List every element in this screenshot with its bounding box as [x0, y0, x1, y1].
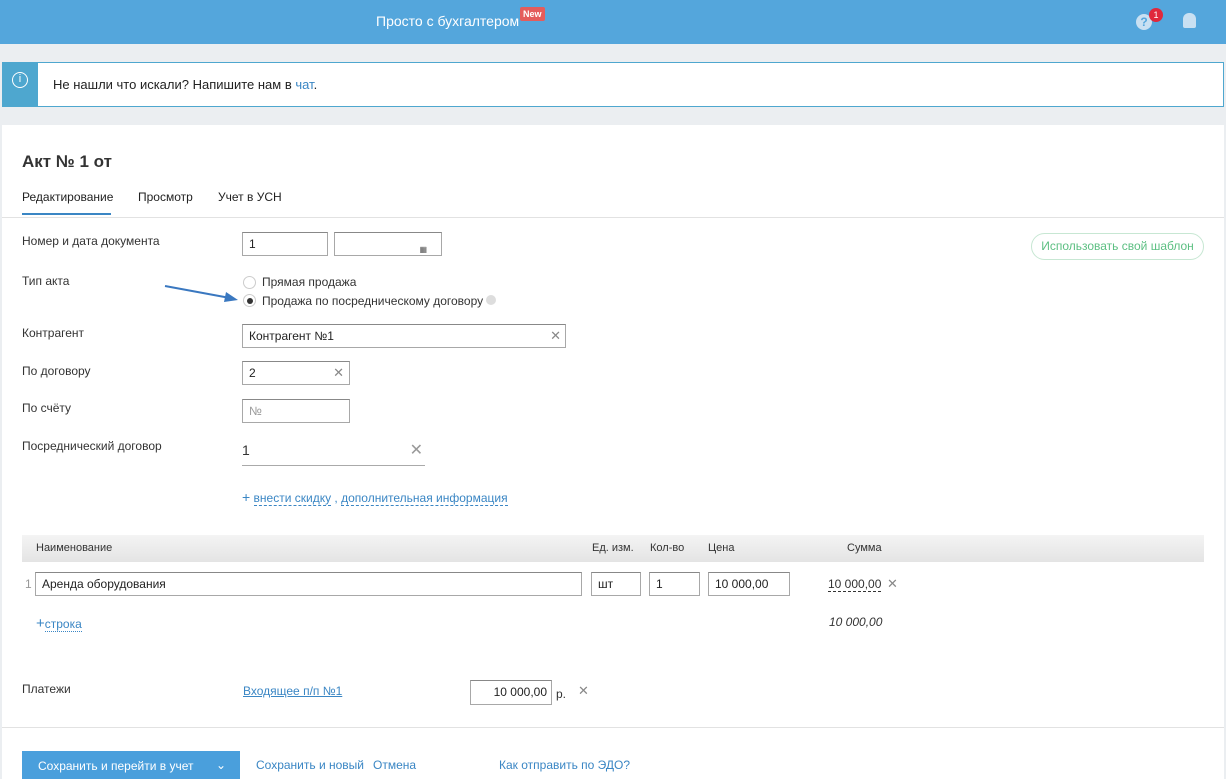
agency-contract-value: 1: [242, 442, 250, 458]
delete-row-icon[interactable]: ✕: [887, 576, 898, 592]
page-title: Акт № 1 от: [22, 152, 112, 171]
clear-icon[interactable]: ✕: [410, 440, 423, 460]
payments-label: Платежи: [22, 682, 71, 696]
brand-link[interactable]: Просто с бухгалтером: [376, 13, 519, 29]
bell-icon[interactable]: [1183, 13, 1196, 28]
tab-view[interactable]: Просмотр: [138, 190, 193, 204]
tab-edit[interactable]: Редактирование: [22, 190, 113, 204]
number-input[interactable]: 1: [242, 232, 328, 256]
divider: [2, 727, 1224, 728]
col-sum: Сумма: [847, 542, 882, 554]
tab-usn[interactable]: Учет в УСН: [218, 190, 282, 204]
divider: [2, 217, 1224, 218]
radio-direct-sale[interactable]: [243, 276, 256, 289]
add-row[interactable]: +строка: [36, 615, 82, 632]
act-type-label: Тип акта: [22, 274, 70, 288]
clear-icon[interactable]: ✕: [333, 362, 344, 384]
add-row-link[interactable]: строка: [44, 617, 82, 632]
info-icon: i: [2, 62, 38, 107]
items-table-header: Наименование Ед. изм. Кол-во Цена Сумма: [22, 535, 1204, 562]
info-tail: .: [313, 77, 318, 92]
top-bar: [0, 0, 1226, 44]
help-count-badge: 1: [1149, 8, 1163, 22]
date-input[interactable]: ▦: [334, 232, 442, 256]
radio-agency-sale-label[interactable]: Продажа по посредническому договору: [262, 294, 483, 308]
counterparty-input[interactable]: Контрагент №1 ✕: [242, 324, 566, 348]
plus-icon: +: [36, 615, 45, 632]
info-text: Не нашли что искали? Напишите нам в чат.: [53, 77, 317, 92]
active-tab-indicator: [22, 213, 111, 215]
remove-payment-icon[interactable]: ✕: [578, 683, 589, 699]
cancel-link[interactable]: Отмена: [373, 758, 416, 772]
item-unit-input[interactable]: шт: [591, 572, 641, 596]
item-qty-input[interactable]: 1: [649, 572, 700, 596]
info-message: Не нашли что искали? Напишите нам в: [53, 77, 296, 92]
payment-amount-input[interactable]: 10 000,00: [470, 680, 552, 705]
separator: ,: [331, 491, 342, 505]
additional-info-link[interactable]: дополнительная информация: [341, 491, 508, 506]
counterparty-label: Контрагент: [22, 326, 85, 340]
counterparty-value: Контрагент №1: [249, 329, 334, 343]
arrow-annotation-icon: [164, 285, 238, 302]
plus-icon: +: [242, 489, 251, 505]
radio-direct-sale-label[interactable]: Прямая продажа: [262, 275, 356, 289]
save-and-new-link[interactable]: Сохранить и новый: [256, 758, 364, 772]
col-name: Наименование: [36, 542, 113, 554]
use-template-button[interactable]: Использовать свой шаблон: [1031, 233, 1204, 260]
save-button-label: Сохранить и перейти в учет: [38, 759, 194, 773]
contract-input[interactable]: 2 ✕: [242, 361, 350, 385]
col-unit: Ед. изм.: [592, 542, 634, 554]
edo-help-link[interactable]: Как отправить по ЭДО?: [499, 758, 630, 772]
item-sum[interactable]: 10 000,00: [828, 577, 882, 592]
info-hint-icon[interactable]: [486, 295, 496, 305]
discount-link[interactable]: внести скидку: [253, 491, 332, 506]
number-date-label: Номер и дата документа: [22, 234, 160, 248]
invoice-input[interactable]: №: [242, 399, 350, 423]
contract-value: 2: [249, 366, 256, 380]
chat-link[interactable]: чат: [295, 77, 313, 92]
col-price: Цена: [708, 542, 735, 554]
row-number: 1: [25, 577, 32, 591]
col-qty: Кол-во: [650, 542, 685, 554]
new-badge: New: [520, 7, 545, 21]
chevron-down-icon[interactable]: ⌄: [216, 758, 226, 772]
agency-contract-label: Посреднический договор: [22, 439, 162, 453]
currency-label: р.: [556, 687, 567, 701]
document-card: [2, 125, 1224, 779]
clear-icon[interactable]: ✕: [550, 325, 561, 347]
table-total: 10 000,00: [829, 615, 883, 629]
invoice-label: По счёту: [22, 401, 72, 415]
save-and-go-button[interactable]: Сохранить и перейти в учет ⌄: [22, 751, 240, 779]
contract-label: По договору: [22, 364, 91, 378]
agency-contract-input[interactable]: 1 ✕: [242, 442, 425, 466]
item-name-input[interactable]: Аренда оборудования: [35, 572, 582, 596]
radio-agency-sale[interactable]: [243, 294, 256, 307]
payment-link[interactable]: Входящее п/п №1: [243, 684, 342, 698]
item-price-input[interactable]: 10 000,00: [708, 572, 790, 596]
calendar-icon[interactable]: ▦: [419, 239, 427, 261]
extra-links: + внести скидку , дополнительная информа…: [242, 489, 508, 506]
